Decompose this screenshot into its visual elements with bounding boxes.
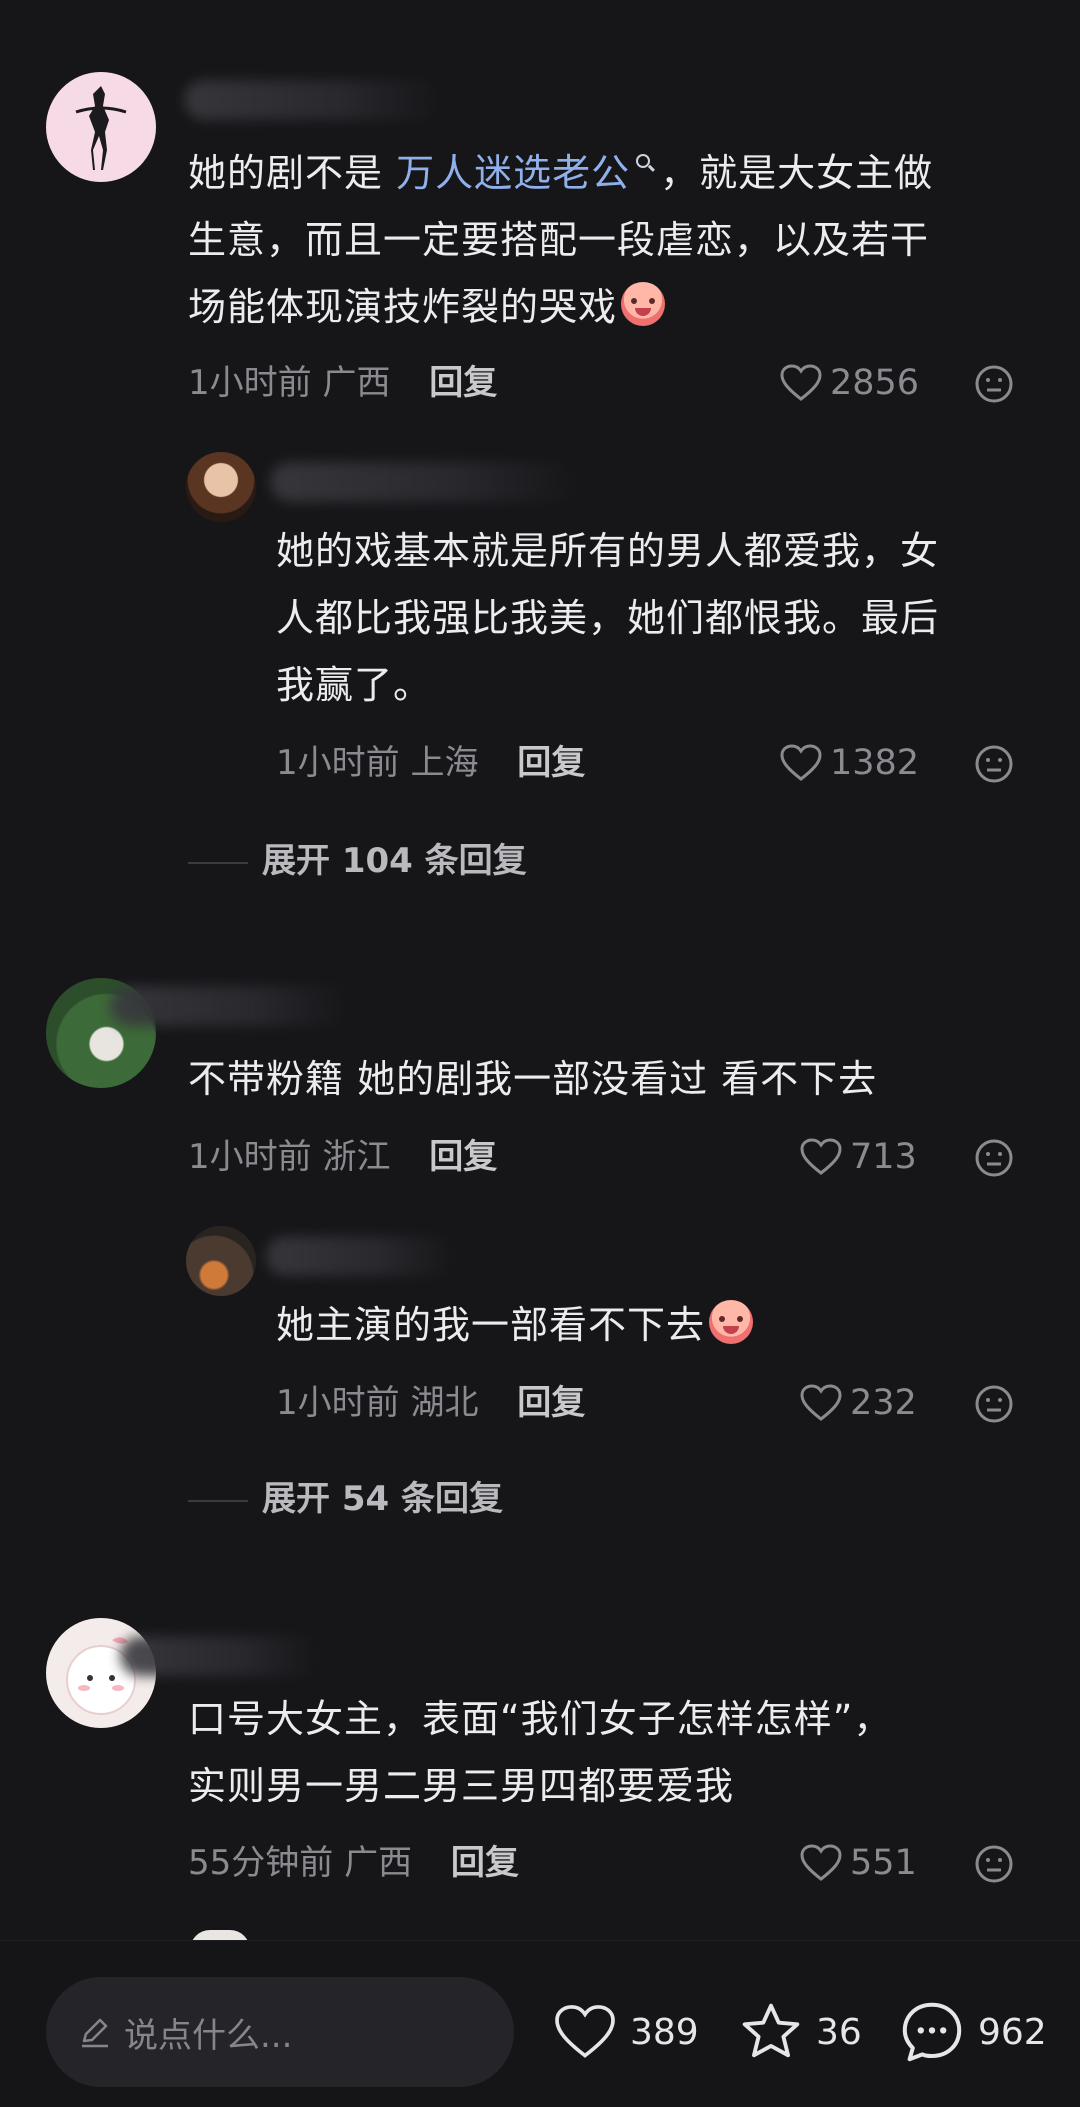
heart-outline-icon [800, 1138, 842, 1175]
heart-outline-icon [800, 1384, 842, 1421]
comment-count: 962 [978, 2011, 1047, 2053]
username-blurred[interactable] [184, 80, 444, 120]
avatar[interactable] [46, 72, 156, 182]
like-button[interactable]: 1382 [780, 738, 919, 788]
comment-text: 她的剧不是 万人迷选老公 ，就是大女主做 生意，而且一定要搭配一段虐恋，以及若干 … [188, 151, 934, 329]
reply-button[interactable]: 回复 [517, 1383, 585, 1423]
favorite-button[interactable]: 36 [740, 1997, 862, 2067]
location: 广西 [344, 1843, 413, 1883]
like-count: 551 [850, 1843, 917, 1883]
location: 广西 [322, 363, 391, 403]
comment-meta: 1小时前 上海 回复 [276, 738, 585, 788]
username-blurred[interactable] [110, 986, 350, 1026]
avatar[interactable] [186, 1226, 256, 1296]
comment-meta: 55分钟前 广西 回复 [188, 1838, 519, 1888]
avatar[interactable] [186, 452, 256, 522]
reply-button[interactable]: 回复 [429, 1137, 497, 1177]
post-like-count: 389 [630, 2011, 699, 2053]
silhouette-avatar-image [75, 86, 127, 170]
expand-replies-button[interactable]: 展开 104 条回复 [262, 836, 527, 886]
comment-meta: 1小时前 广西 回复 [188, 358, 497, 408]
like-count: 232 [850, 1383, 917, 1423]
comment-meta: 1小时前 浙江 回复 [188, 1132, 497, 1182]
like-button[interactable]: 2856 [780, 358, 919, 408]
like-count: 713 [850, 1137, 917, 1177]
star-outline-icon [742, 2003, 800, 2058]
expand-divider [188, 862, 248, 864]
reply-button[interactable]: 回复 [429, 363, 497, 403]
comment-text: 不带粉籍 她的剧我一部没看过 看不下去 [188, 1057, 878, 1101]
like-button[interactable]: 551 [800, 1838, 917, 1888]
speech-bubble-icon [902, 2002, 962, 2062]
expand-divider [188, 1500, 248, 1502]
heart-outline-icon [780, 744, 822, 781]
search-icon[interactable] [636, 154, 651, 168]
like-count: 1382 [830, 743, 920, 783]
input-placeholder: 说点什么... [124, 2015, 293, 2056]
heart-outline-icon [780, 364, 822, 401]
emoji-icon [621, 282, 666, 326]
neutral-face-icon[interactable] [974, 744, 1014, 784]
favorite-count: 36 [816, 2011, 862, 2053]
location: 湖北 [410, 1383, 479, 1423]
neutral-face-icon[interactable] [974, 1138, 1014, 1178]
neutral-face-icon[interactable] [974, 1844, 1014, 1884]
like-button[interactable]: 713 [800, 1132, 917, 1182]
username-blurred[interactable] [270, 462, 580, 502]
comment-text: 她的戏基本就是所有的男人都爱我，女 人都比我强比我美，她们都恨我。最后 我赢了。 [276, 529, 940, 707]
reply-button[interactable]: 回复 [517, 743, 585, 783]
neutral-face-icon[interactable] [974, 364, 1014, 404]
timestamp: 1小时前 [276, 743, 400, 783]
username-blurred[interactable] [266, 1236, 456, 1276]
like-post-button[interactable]: 389 [554, 1997, 699, 2067]
comment-meta: 1小时前 湖北 回复 [276, 1378, 585, 1428]
neutral-face-icon[interactable] [974, 1384, 1014, 1424]
heart-outline-icon [800, 1844, 842, 1881]
timestamp: 1小时前 [188, 363, 312, 403]
timestamp: 1小时前 [276, 1383, 400, 1423]
heart-outline-icon [555, 2005, 615, 2058]
reply-button[interactable]: 回复 [451, 1843, 519, 1883]
comment-text: 她主演的我一部看不下去 [276, 1292, 1016, 1359]
location: 浙江 [322, 1137, 391, 1177]
comments-button[interactable]: 962 [900, 1997, 1047, 2067]
username-blurred[interactable] [120, 1636, 320, 1676]
timestamp: 55分钟前 [188, 1843, 334, 1883]
like-button[interactable]: 232 [800, 1378, 917, 1428]
timestamp: 1小时前 [188, 1137, 312, 1177]
expand-replies-button[interactable]: 展开 54 条回复 [262, 1474, 503, 1524]
location: 上海 [410, 743, 479, 783]
crying-emoji-icon [709, 1300, 754, 1344]
comment-input[interactable]: 说点什么... [46, 1977, 514, 2087]
bottom-action-bar: 说点什么... 389 36 962 [0, 1940, 1080, 2107]
like-count: 2856 [830, 363, 920, 403]
pencil-icon [82, 2018, 108, 2048]
search-link[interactable]: 万人迷选老公 [396, 151, 630, 195]
comment-text: 口号大女主，表面“我们女子怎样怎样”， 实则男一男二男三男四都要爱我 [188, 1697, 893, 1808]
